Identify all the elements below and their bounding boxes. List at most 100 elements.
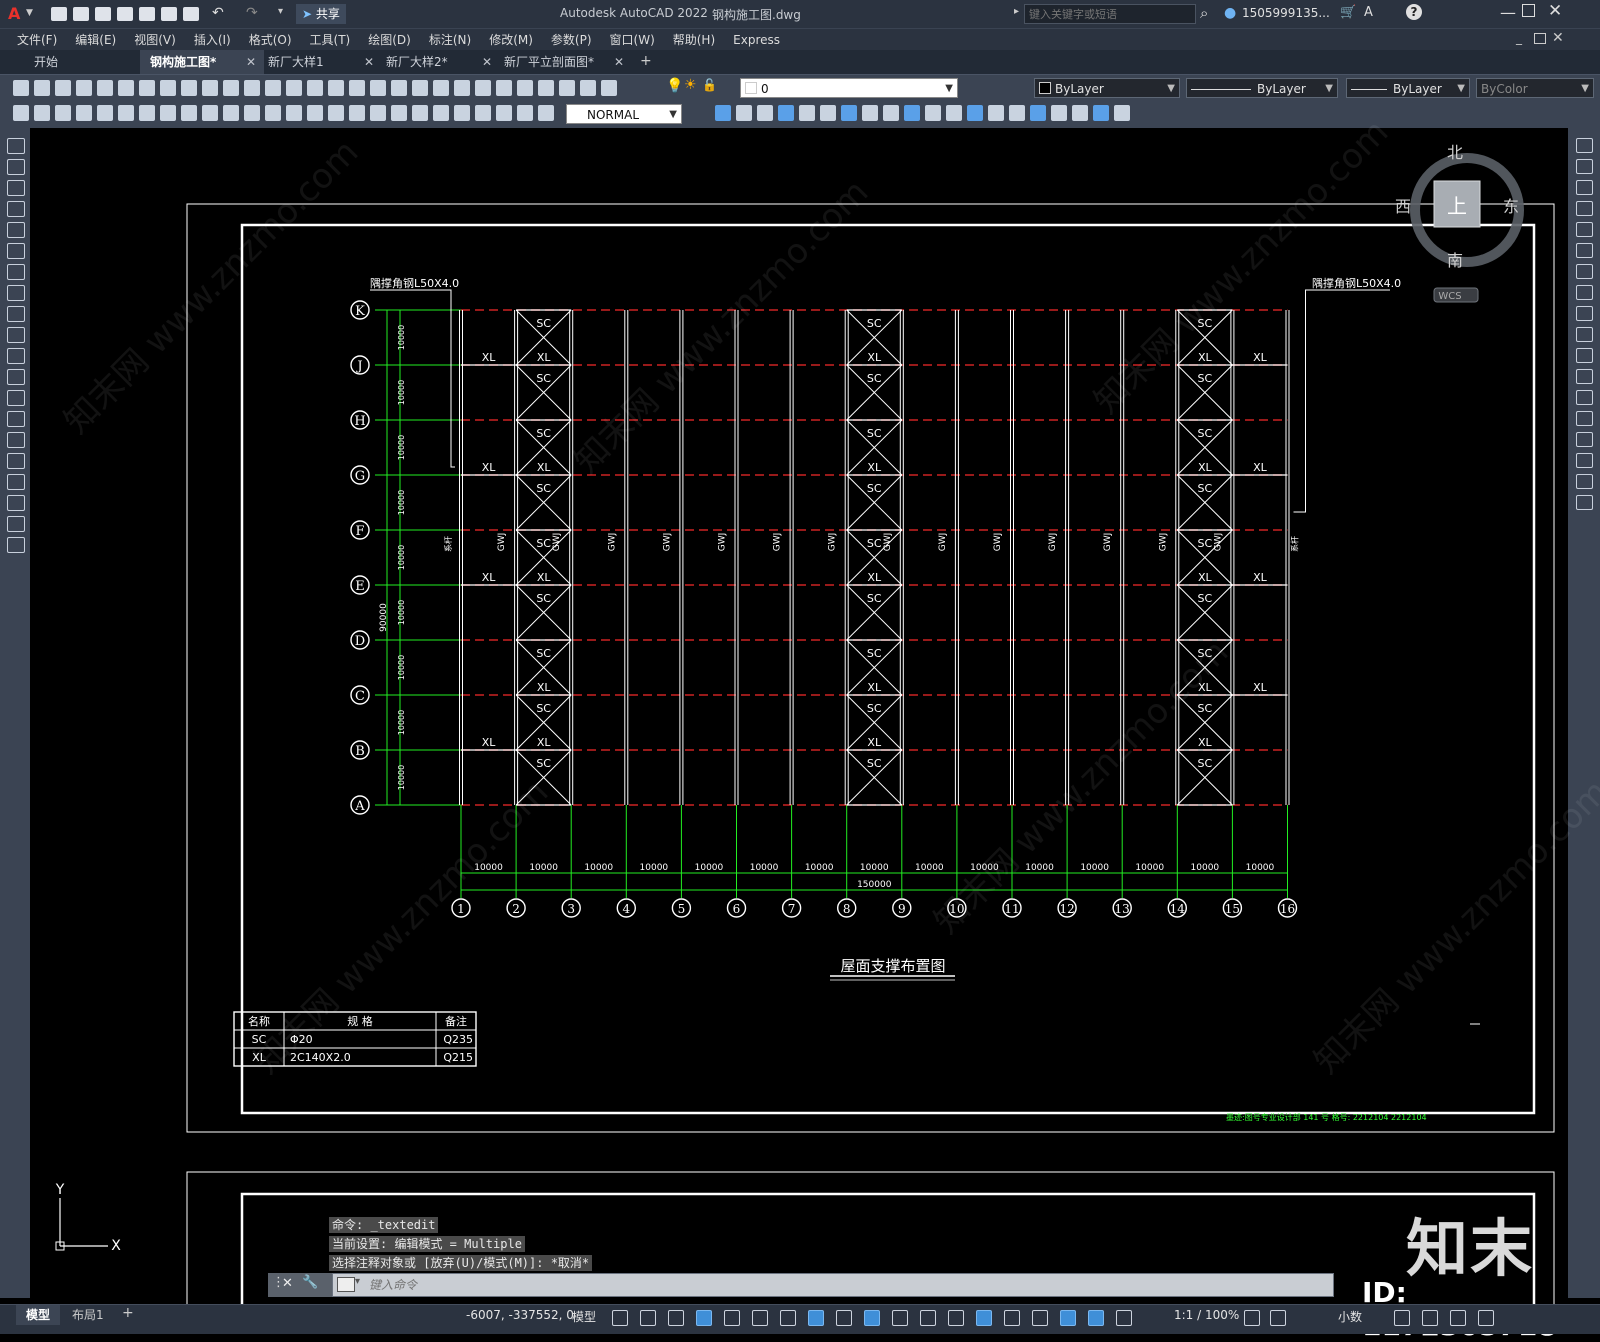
sweep-icon[interactable]	[904, 105, 920, 121]
spline-icon[interactable]	[7, 306, 25, 322]
section-icon[interactable]	[1030, 105, 1046, 121]
undo-icon[interactable]	[223, 80, 239, 96]
shell-icon[interactable]	[1093, 105, 1109, 121]
revision-cloud-icon[interactable]	[7, 285, 25, 301]
break-icon[interactable]	[1576, 390, 1593, 405]
stretch-icon[interactable]	[1576, 306, 1593, 321]
construction-line-icon[interactable]	[7, 159, 25, 175]
layer-dropdown[interactable]: 0 ▼	[740, 78, 958, 98]
menu-item[interactable]: 文件(F)	[17, 29, 57, 51]
tab-steel-drawing[interactable]: 钢构施工图* ✕	[140, 50, 264, 74]
annotation-visibility-icon[interactable]	[1060, 1310, 1076, 1326]
tab-start[interactable]: 开始	[24, 50, 144, 74]
inspect-icon[interactable]	[328, 105, 344, 121]
mirror-icon[interactable]	[1576, 180, 1593, 195]
menu-item[interactable]: 参数(P)	[551, 29, 592, 51]
grid-icon[interactable]	[612, 1310, 628, 1326]
markup-icon[interactable]	[433, 80, 449, 96]
print-icon[interactable]	[76, 80, 92, 96]
open-icon[interactable]	[559, 80, 575, 96]
gradient-icon[interactable]	[7, 453, 25, 469]
open-icon[interactable]	[73, 7, 89, 21]
new-icon[interactable]	[51, 7, 67, 21]
print-icon[interactable]	[183, 7, 199, 21]
subtract-icon[interactable]	[967, 105, 983, 121]
single-text-icon[interactable]	[496, 105, 512, 121]
layer-properties-icon[interactable]	[496, 80, 512, 96]
extrude-icon[interactable]	[862, 105, 878, 121]
model-space-toggle[interactable]: 模型	[572, 1308, 596, 1325]
publish-icon[interactable]	[139, 7, 155, 21]
pan-icon[interactable]	[265, 80, 281, 96]
copy-icon[interactable]	[1576, 159, 1593, 174]
save-icon[interactable]	[95, 7, 111, 21]
viewcube-west[interactable]: 西	[1395, 197, 1411, 216]
zoom-realtime-icon[interactable]	[286, 80, 302, 96]
autodesk-a360-icon[interactable]: A	[1364, 5, 1373, 20]
angular-icon[interactable]	[160, 105, 176, 121]
selection-filter-icon[interactable]	[1004, 1310, 1020, 1326]
menu-item[interactable]: 帮助(H)	[673, 29, 715, 51]
properties-icon[interactable]	[349, 80, 365, 96]
arc-icon[interactable]	[7, 243, 25, 259]
menu-item[interactable]: 插入(I)	[194, 29, 231, 51]
chamfer-icon[interactable]	[1576, 432, 1593, 447]
break-at-point-icon[interactable]	[1576, 369, 1593, 384]
space-icon[interactable]	[244, 105, 260, 121]
wedge-icon[interactable]	[736, 105, 752, 121]
cart-icon[interactable]: 🛒	[1340, 5, 1356, 20]
rotate-icon[interactable]	[1576, 264, 1593, 279]
aligned-dim-icon[interactable]	[34, 105, 50, 121]
break-icon[interactable]	[265, 105, 281, 121]
add-layout-icon[interactable]: +	[122, 1305, 134, 1321]
table-icon[interactable]	[7, 495, 25, 511]
viewcube-south[interactable]: 南	[1447, 251, 1463, 270]
dim-style-icon[interactable]	[433, 105, 449, 121]
open-icon[interactable]	[34, 80, 50, 96]
units-display[interactable]: 小数	[1338, 1308, 1362, 1325]
hardware-accel-icon[interactable]	[1394, 1310, 1410, 1326]
paste-icon[interactable]	[181, 80, 197, 96]
erase-icon[interactable]	[1576, 138, 1593, 153]
tab-detail-1[interactable]: 新厂大样1 ✕	[258, 50, 382, 74]
text-style-icon[interactable]	[454, 105, 470, 121]
undo-icon[interactable]: ↶	[212, 5, 224, 21]
polygon-icon[interactable]	[7, 201, 25, 217]
clean-screen-icon[interactable]	[1450, 1310, 1466, 1326]
doc-restore-icon[interactable]	[1534, 33, 1546, 44]
ellipse-arc-icon[interactable]	[7, 348, 25, 364]
help-search-input[interactable]	[1024, 4, 1196, 24]
share-button[interactable]: ➤ 共享	[296, 4, 346, 24]
linetype-dropdown[interactable]: ByLayer ▼	[1186, 78, 1338, 98]
close-tab-icon[interactable]: ✕	[246, 50, 256, 74]
find-icon[interactable]	[517, 105, 533, 121]
plot-preview-icon[interactable]	[97, 80, 113, 96]
multiline-text-icon[interactable]	[7, 516, 25, 532]
design-center-icon[interactable]	[370, 80, 386, 96]
zoom-previous-icon[interactable]	[328, 80, 344, 96]
cut-icon[interactable]	[139, 80, 155, 96]
match-properties-icon[interactable]	[202, 80, 218, 96]
search-icon[interactable]: ⌕	[1200, 4, 1208, 22]
revolve-icon[interactable]	[883, 105, 899, 121]
plus-icon[interactable]	[1270, 1310, 1286, 1326]
gizmo-icon[interactable]	[1032, 1310, 1048, 1326]
cone-icon[interactable]	[757, 105, 773, 121]
isodraft-icon[interactable]	[780, 1310, 796, 1326]
close-tab-icon[interactable]: ✕	[364, 50, 374, 74]
close-tab-icon[interactable]: ✕	[614, 50, 624, 74]
pyramid-icon[interactable]	[841, 105, 857, 121]
command-prompt-icon[interactable]	[337, 1277, 355, 1292]
help-icon[interactable]	[475, 80, 491, 96]
menu-item[interactable]: 格式(O)	[249, 29, 292, 51]
minimize-icon[interactable]: —	[1500, 3, 1516, 22]
menu-item[interactable]: 工具(T)	[310, 29, 351, 51]
new-icon[interactable]	[538, 80, 554, 96]
print-icon[interactable]	[601, 80, 617, 96]
lineweight-dropdown[interactable]: ByLayer ▼	[1346, 78, 1470, 98]
polar-icon[interactable]	[752, 1310, 768, 1326]
union-icon[interactable]	[946, 105, 962, 121]
cylinder-icon[interactable]	[799, 105, 815, 121]
command-line[interactable]: ▾	[332, 1273, 1334, 1297]
menu-item[interactable]: 窗口(W)	[610, 29, 655, 51]
